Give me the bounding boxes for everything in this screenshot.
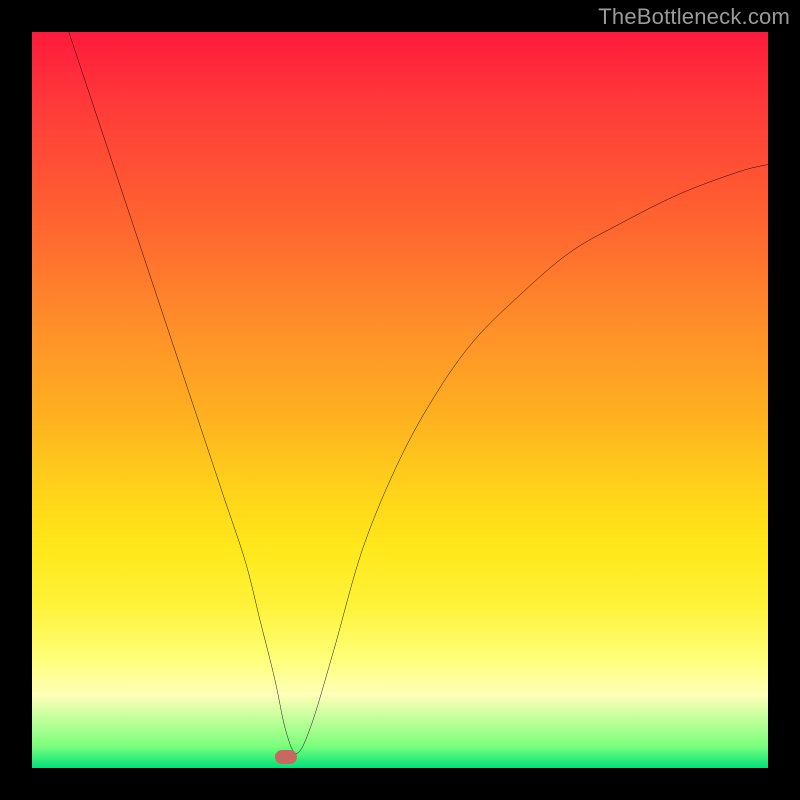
- optimum-marker: [275, 750, 297, 764]
- curve-svg: [32, 32, 768, 768]
- bottleneck-curve: [69, 32, 768, 753]
- watermark-text: TheBottleneck.com: [598, 4, 790, 30]
- chart-frame: TheBottleneck.com: [0, 0, 800, 800]
- plot-area: [32, 32, 768, 768]
